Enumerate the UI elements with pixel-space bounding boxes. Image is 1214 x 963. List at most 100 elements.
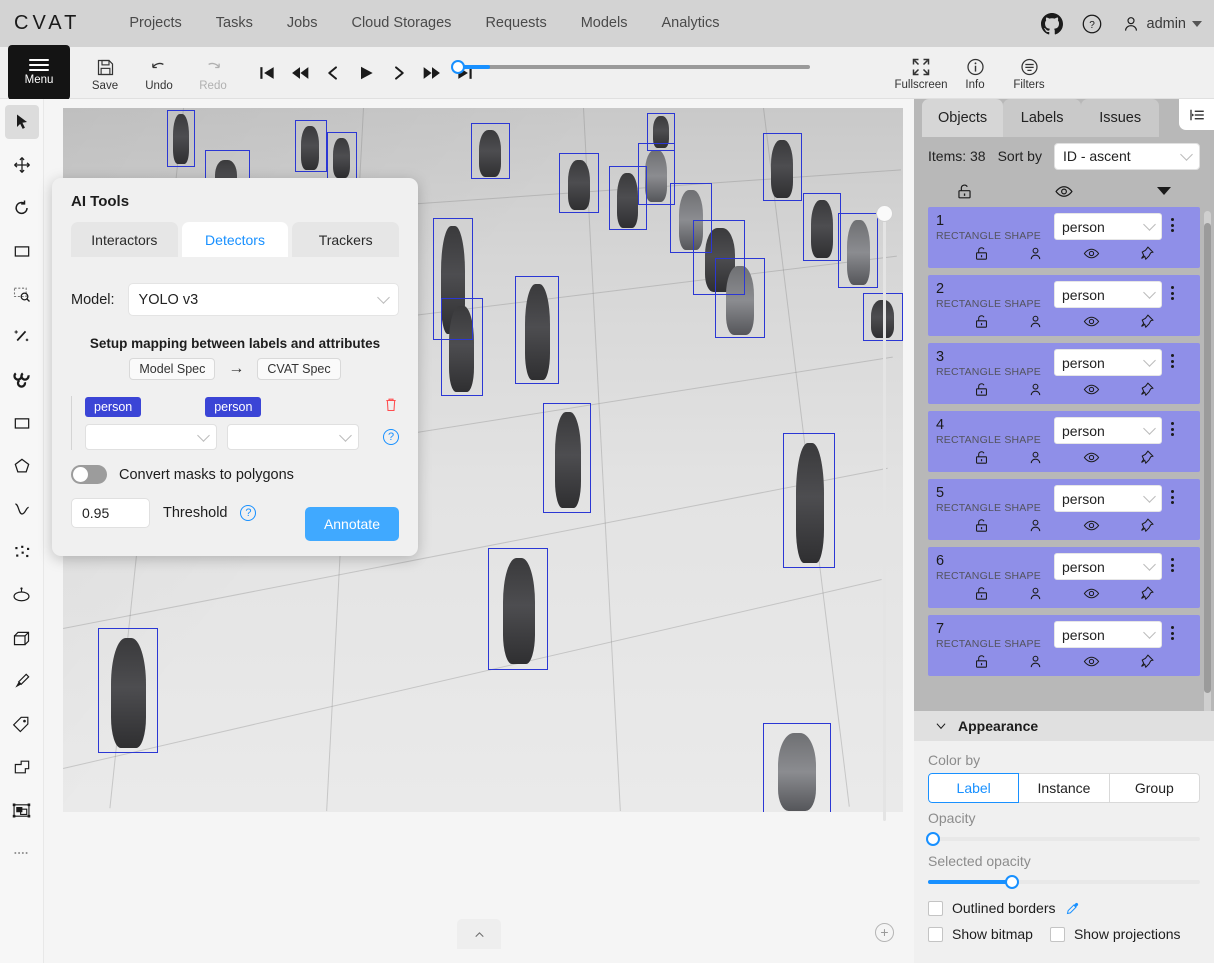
question-circle-icon[interactable]: ? bbox=[1081, 13, 1103, 35]
bounding-box[interactable] bbox=[515, 276, 559, 384]
opencv-tools[interactable] bbox=[5, 363, 39, 397]
plus-circle-icon[interactable]: + bbox=[875, 923, 894, 942]
hide-icon[interactable] bbox=[1082, 585, 1101, 602]
bounding-box[interactable] bbox=[98, 628, 158, 753]
object-label-select[interactable]: person bbox=[1054, 553, 1162, 580]
brush-tool[interactable] bbox=[5, 664, 39, 698]
save-button[interactable]: Save bbox=[82, 51, 128, 97]
bounding-box[interactable] bbox=[471, 123, 510, 179]
hide-icon[interactable] bbox=[1082, 653, 1101, 670]
occluded-icon[interactable] bbox=[1027, 381, 1044, 398]
frame-slider-handle[interactable] bbox=[451, 60, 465, 74]
nav-analytics[interactable]: Analytics bbox=[644, 0, 736, 47]
fullscreen-button[interactable]: Fullscreen bbox=[898, 51, 944, 97]
show-bitmap-checkbox[interactable] bbox=[928, 927, 943, 942]
filters-button[interactable]: Filters bbox=[1006, 51, 1052, 97]
pin-icon[interactable] bbox=[1138, 653, 1155, 670]
group-shapes-tool[interactable] bbox=[5, 793, 39, 827]
convert-masks-toggle[interactable] bbox=[71, 465, 107, 484]
cursor-tool[interactable] bbox=[5, 105, 39, 139]
draw-ellipse-tool[interactable] bbox=[5, 578, 39, 612]
object-label-select[interactable]: person bbox=[1054, 417, 1162, 444]
bounding-box[interactable] bbox=[295, 120, 327, 172]
nav-models[interactable]: Models bbox=[564, 0, 645, 47]
bounding-box[interactable] bbox=[488, 548, 548, 670]
back-multiple-frames-button[interactable] bbox=[286, 55, 314, 91]
object-label-select[interactable]: person bbox=[1054, 349, 1162, 376]
hide-icon[interactable] bbox=[1082, 245, 1101, 262]
lock-all-icon[interactable] bbox=[914, 182, 1014, 201]
bounding-box[interactable] bbox=[647, 113, 675, 151]
table-row[interactable]: 1RECTANGLE SHAPEperson bbox=[928, 207, 1200, 268]
lock-icon[interactable] bbox=[973, 313, 990, 330]
table-row[interactable]: 3RECTANGLE SHAPEperson bbox=[928, 343, 1200, 404]
next-frame-button[interactable] bbox=[385, 55, 413, 91]
bounding-box[interactable] bbox=[715, 258, 765, 338]
model-attribute-select[interactable] bbox=[85, 424, 217, 450]
tab-objects[interactable]: Objects bbox=[922, 99, 1003, 137]
collapse-sidebar-button[interactable] bbox=[457, 919, 501, 949]
outlined-borders-checkbox[interactable] bbox=[928, 901, 943, 916]
occluded-icon[interactable] bbox=[1027, 313, 1044, 330]
bounding-box[interactable] bbox=[167, 110, 195, 167]
table-row[interactable]: 6RECTANGLE SHAPEperson bbox=[928, 547, 1200, 608]
selected-opacity-slider-handle[interactable] bbox=[1005, 875, 1019, 889]
hide-icon[interactable] bbox=[1082, 517, 1101, 534]
opacity-slider[interactable] bbox=[928, 831, 1200, 847]
nav-jobs[interactable]: Jobs bbox=[270, 0, 335, 47]
lock-icon[interactable] bbox=[973, 449, 990, 466]
sort-by-select[interactable]: ID - ascent bbox=[1054, 143, 1200, 170]
lock-icon[interactable] bbox=[973, 653, 990, 670]
forward-multiple-frames-button[interactable] bbox=[418, 55, 446, 91]
nav-projects[interactable]: Projects bbox=[112, 0, 198, 47]
object-label-select[interactable]: person bbox=[1054, 485, 1162, 512]
info-button[interactable]: Info bbox=[952, 51, 998, 97]
object-menu-icon[interactable] bbox=[1162, 349, 1182, 368]
previous-frame-button[interactable] bbox=[319, 55, 347, 91]
redo-button[interactable]: Redo bbox=[190, 51, 236, 97]
table-row[interactable]: 5RECTANGLE SHAPEperson bbox=[928, 479, 1200, 540]
bounding-box[interactable] bbox=[803, 193, 841, 261]
menu-button[interactable]: Menu bbox=[8, 45, 70, 100]
annotate-button[interactable]: Annotate bbox=[305, 507, 399, 541]
lock-icon[interactable] bbox=[973, 517, 990, 534]
user-menu[interactable]: admin bbox=[1121, 14, 1203, 34]
tab-detectors[interactable]: Detectors bbox=[182, 222, 289, 257]
object-label-select[interactable]: person bbox=[1054, 621, 1162, 648]
play-button[interactable] bbox=[352, 55, 380, 91]
pin-icon[interactable] bbox=[1138, 517, 1155, 534]
tab-interactors[interactable]: Interactors bbox=[71, 222, 178, 257]
delete-mapping-icon[interactable] bbox=[383, 396, 399, 418]
occluded-icon[interactable] bbox=[1027, 653, 1044, 670]
setup-tag-tool[interactable] bbox=[5, 707, 39, 741]
move-tool[interactable] bbox=[5, 148, 39, 182]
split-track-tool[interactable] bbox=[5, 836, 39, 870]
cvat-attribute-select[interactable] bbox=[227, 424, 359, 450]
undo-button[interactable]: Undo bbox=[136, 51, 182, 97]
show-projections-checkbox[interactable] bbox=[1050, 927, 1065, 942]
expand-all-icon[interactable] bbox=[1114, 187, 1214, 195]
object-label-select[interactable]: person bbox=[1054, 281, 1162, 308]
first-frame-button[interactable] bbox=[253, 55, 281, 91]
tab-issues[interactable]: Issues bbox=[1081, 99, 1159, 137]
opacity-slider-handle[interactable] bbox=[926, 832, 940, 846]
draw-points-tool[interactable] bbox=[5, 535, 39, 569]
object-menu-icon[interactable] bbox=[1162, 485, 1182, 504]
occluded-icon[interactable] bbox=[1027, 517, 1044, 534]
lock-icon[interactable] bbox=[973, 245, 990, 262]
fit-image-tool[interactable] bbox=[5, 234, 39, 268]
bounding-box[interactable] bbox=[559, 153, 599, 213]
lock-icon[interactable] bbox=[973, 381, 990, 398]
bounding-box[interactable] bbox=[763, 723, 831, 812]
nav-requests[interactable]: Requests bbox=[468, 0, 563, 47]
pin-icon[interactable] bbox=[1138, 313, 1155, 330]
pin-icon[interactable] bbox=[1138, 585, 1155, 602]
zoom-slider-handle[interactable] bbox=[876, 205, 893, 222]
occluded-icon[interactable] bbox=[1027, 585, 1044, 602]
color-by-group-option[interactable]: Group bbox=[1109, 773, 1200, 803]
bounding-box[interactable] bbox=[783, 433, 835, 568]
selected-opacity-slider[interactable] bbox=[928, 874, 1200, 890]
model-label-tag[interactable]: person bbox=[85, 397, 141, 417]
panel-collapse-icon[interactable] bbox=[1179, 99, 1214, 130]
bounding-box[interactable] bbox=[543, 403, 591, 513]
